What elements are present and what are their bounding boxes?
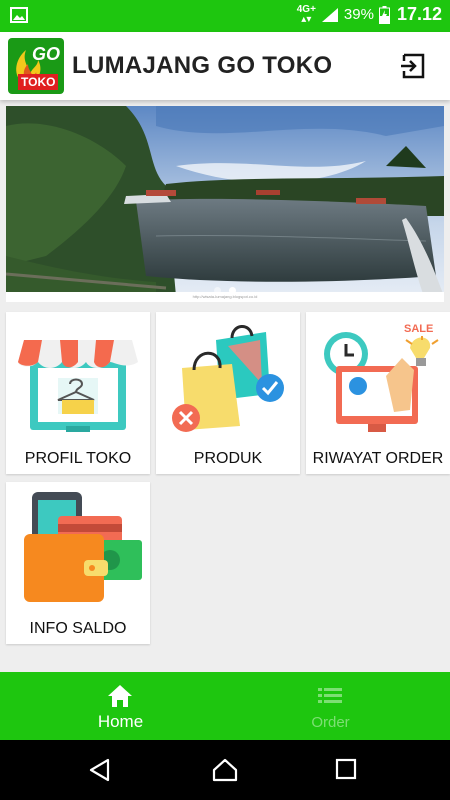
status-bar: 4G+ ▴▾ 39% 17.12	[0, 0, 450, 32]
home-icon	[108, 685, 132, 707]
store-icon	[18, 340, 138, 432]
page-title: LUMAJANG GO TOKO	[72, 52, 333, 79]
list-icon	[318, 688, 342, 703]
system-navigation-bar	[0, 740, 450, 800]
menu-produk[interactable]: PRODUK	[156, 312, 300, 474]
battery-percent: 39%	[343, 6, 374, 23]
sale-text: SALE	[404, 323, 433, 335]
menu-label: PROFIL TOKO	[24, 450, 132, 467]
network-type: 4G+ ▴▾	[296, 3, 316, 25]
menu-label: INFO SALDO	[29, 620, 127, 637]
order-history-icon: SALE	[324, 323, 439, 432]
shopping-bags-icon	[172, 325, 284, 432]
nav-order[interactable]: Order	[218, 672, 443, 740]
banner-caption: http://wisata-lumajang.blogspot.co.id	[6, 292, 444, 302]
app-logo: GO TOKO	[8, 38, 64, 94]
logout-icon[interactable]	[400, 52, 428, 80]
clock: 17.12	[396, 4, 442, 24]
signal-icon	[321, 7, 338, 22]
menu-label: PRODUK	[193, 450, 263, 467]
lake-photo	[6, 106, 444, 302]
menu-label: RIWAYAT ORDER	[312, 450, 444, 467]
nav-order-label: Order	[311, 714, 350, 731]
bottom-navigation: Home Order	[0, 672, 450, 740]
recents-icon[interactable]	[335, 758, 357, 780]
home-button-icon[interactable]	[212, 758, 238, 782]
menu-info-saldo[interactable]: INFO SALDO	[6, 482, 150, 644]
nav-home-label: Home	[97, 712, 144, 731]
menu-profil-toko[interactable]: PROFIL TOKO	[6, 312, 150, 474]
battery-charging-icon	[378, 5, 390, 24]
menu-riwayat-order[interactable]: SALE RIWAYAT ORDER	[306, 312, 450, 474]
wallet-icon	[24, 492, 142, 602]
banner-carousel[interactable]: http://wisata-lumajang.blogspot.co.id	[6, 106, 444, 302]
app-bar: GO TOKO LUMAJANG GO TOKO	[0, 32, 450, 100]
image-notification-icon	[10, 7, 28, 28]
back-icon[interactable]	[88, 758, 112, 782]
nav-home[interactable]: Home	[8, 672, 233, 740]
